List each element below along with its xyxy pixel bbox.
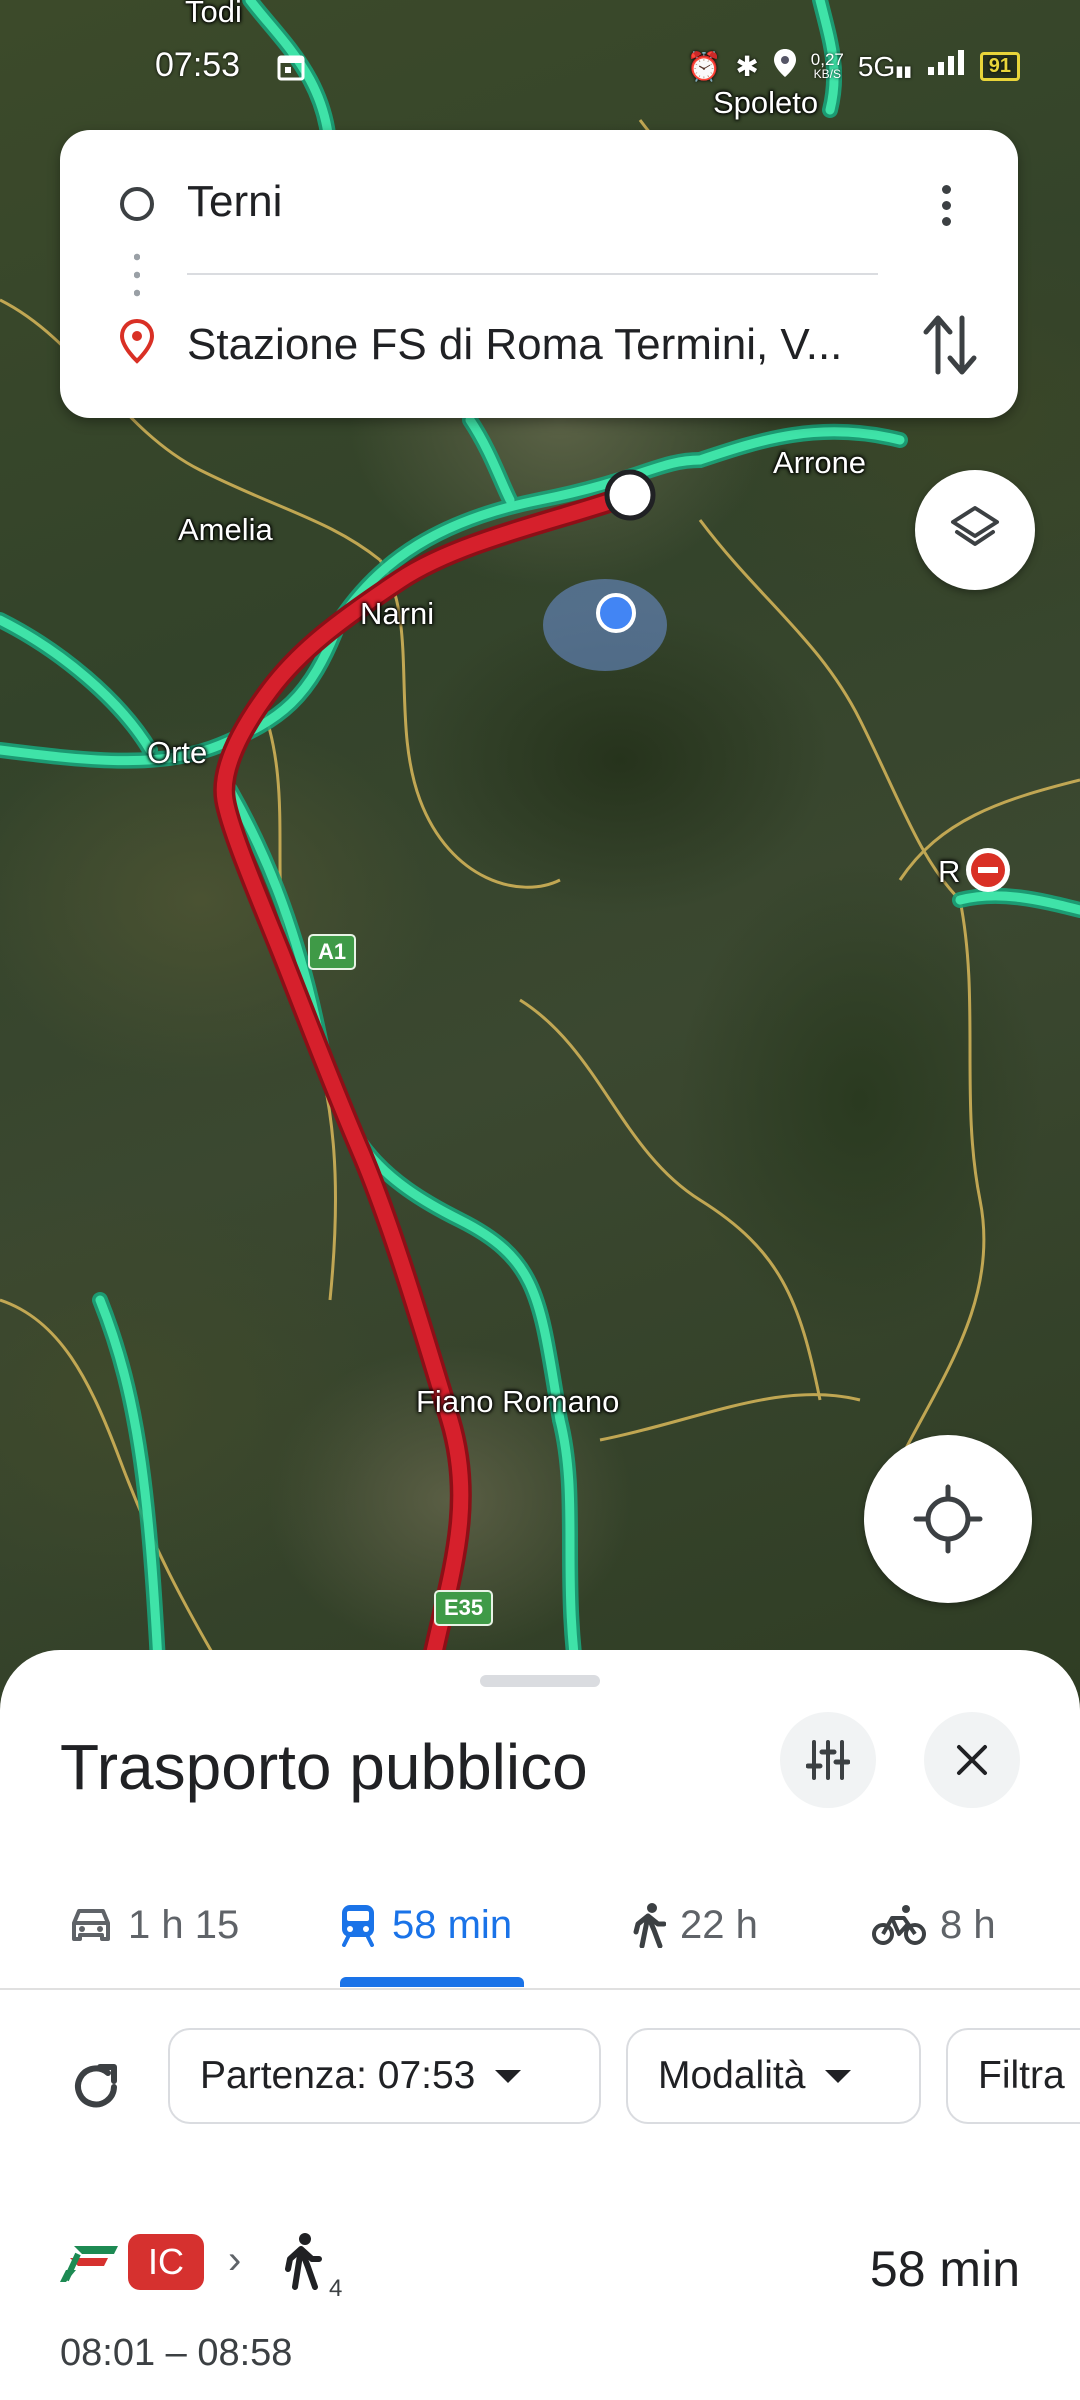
origin-field[interactable]: Terni: [187, 177, 282, 227]
tune-icon: [806, 1740, 850, 1780]
tab-driving[interactable]: 1 h 15: [68, 1860, 239, 1990]
my-location-button[interactable]: [864, 1435, 1032, 1603]
crosshair-icon: [913, 1484, 983, 1554]
highway-shield-a1: A1: [308, 934, 357, 970]
more-dot-icon: [941, 216, 951, 226]
bike-icon: [872, 1905, 926, 1945]
net-speed-value: 0,27: [810, 49, 844, 69]
route-duration: 58 min: [869, 2241, 1020, 2297]
departure-time-label: Partenza: 07:53: [200, 2054, 476, 2097]
signal-icon: [926, 49, 966, 84]
map-label-fiano-romano: Fiano Romano: [416, 1384, 620, 1419]
map-label-orte: Orte: [147, 735, 208, 770]
tab-cycling-label: 8 h: [940, 1902, 996, 1947]
net-speed: 0,27 KB/S: [810, 49, 844, 82]
car-icon: [72, 1909, 110, 1941]
current-location-dot: [596, 593, 636, 633]
destination-field[interactable]: Stazione FS di Roma Termini, V...: [187, 320, 842, 370]
route-options-button[interactable]: [780, 1712, 876, 1808]
filter-chip[interactable]: Filtra: [946, 2028, 1080, 2124]
transit-icon: [342, 1905, 374, 1947]
network-type: 5G: [857, 50, 896, 82]
tab-transit[interactable]: 58 min: [338, 1860, 512, 1990]
sheet-drag-handle[interactable]: [480, 1675, 600, 1687]
highway-shield-e35: E35: [434, 1590, 494, 1626]
swap-button[interactable]: [918, 308, 982, 382]
calendar-icon: [276, 52, 306, 87]
walk-step-icon: [283, 2232, 323, 2295]
directions-card: Terni Stazione FS di Roma Termini, V...: [60, 130, 1018, 418]
travel-mode-tabs: 1 h 15 58 min 22 h 8 h: [0, 1860, 1080, 1990]
status-bar: 07:53 ⏰ ✱ 0,27 KB/S 5G▮▮ 91: [0, 0, 1080, 120]
map-label-arrone: Arrone: [773, 445, 867, 480]
location-status-icon: [773, 48, 797, 85]
field-divider: [187, 273, 878, 275]
net-speed-unit: KB/S: [813, 66, 841, 81]
walk-icon: [633, 1903, 666, 1948]
walk-minutes: 4: [329, 2275, 343, 2302]
dropdown-caret-icon: [495, 2069, 522, 2083]
destination-pin-icon: [118, 318, 156, 369]
more-options-button[interactable]: [926, 175, 966, 235]
tab-walking-label: 22 h: [680, 1902, 758, 1947]
map-label-narni: Narni: [360, 596, 435, 631]
tab-transit-label: 58 min: [392, 1902, 513, 1947]
tab-cycling[interactable]: 8 h: [872, 1860, 996, 1990]
trenitalia-logo-icon: [60, 2240, 120, 2289]
tab-driving-label: 1 h 15: [128, 1902, 240, 1947]
no-entry-marker: [966, 848, 1010, 892]
signal-5g-icon: 5G▮▮: [857, 50, 912, 82]
layers-icon: [951, 506, 999, 546]
map-label-amelia: Amelia: [178, 512, 273, 547]
battery-icon: 91: [979, 52, 1020, 81]
modes-chip[interactable]: Modalità: [626, 2028, 921, 2124]
route-times: 08:01 – 08:58: [60, 2332, 293, 2374]
more-dot-icon: [941, 184, 951, 194]
modes-label: Modalità: [658, 2054, 806, 2097]
map-layers-button[interactable]: [915, 470, 1035, 590]
origin-circle-icon: [120, 187, 154, 221]
dropdown-caret-icon: [825, 2069, 852, 2083]
close-icon: [957, 1745, 987, 1775]
directions-bottom-sheet: Trasporto pubblico 1 h 15 58 min 22 h 8 …: [0, 1650, 1080, 2400]
bluetooth-icon: ✱: [735, 51, 759, 82]
filter-label: Filtra: [978, 2054, 1065, 2097]
refresh-button[interactable]: [60, 2042, 132, 2132]
route-dots-icon: [134, 248, 140, 302]
close-button[interactable]: [924, 1712, 1020, 1808]
tab-walking[interactable]: 22 h: [632, 1860, 758, 1990]
intercity-badge: IC: [128, 2234, 204, 2290]
more-dot-icon: [941, 200, 951, 210]
alarm-icon: ⏰: [686, 51, 722, 82]
status-time: 07:53: [155, 46, 241, 84]
active-tab-indicator: [340, 1977, 524, 1987]
map-label-rieti: R: [938, 854, 961, 889]
route-result-item[interactable]: IC › 4 58 min 08:01 – 08:58: [0, 2180, 1080, 2400]
origin-marker: [604, 469, 656, 521]
departure-time-chip[interactable]: Partenza: 07:53: [168, 2028, 601, 2124]
refresh-icon: [75, 2064, 117, 2108]
chevron-right-icon: ›: [228, 2238, 242, 2282]
swap-icon: [923, 315, 977, 375]
sheet-title: Trasporto pubblico: [60, 1731, 588, 1803]
status-icons: ⏰ ✱ 0,27 KB/S 5G▮▮ 91: [686, 48, 1020, 85]
